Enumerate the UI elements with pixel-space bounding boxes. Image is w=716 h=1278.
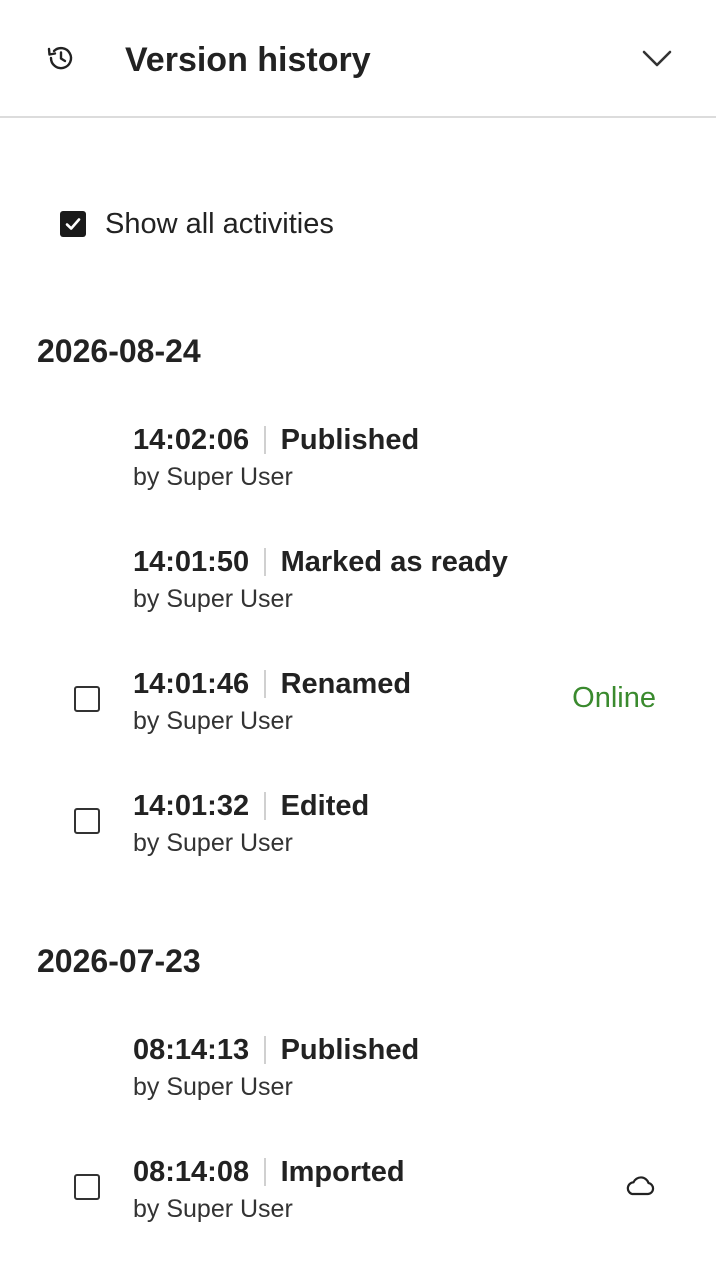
cloud-icon: [626, 1176, 655, 1196]
history-entry[interactable]: 14:02:06 Published by Super User: [0, 422, 716, 512]
version-history-header: Version history: [0, 0, 716, 118]
date-heading: 2026-08-24: [37, 333, 201, 369]
entry-action: Edited: [280, 790, 370, 822]
separator: [264, 792, 266, 820]
entry-author: by Super User: [133, 1073, 293, 1101]
entry-time: 14:01:32: [133, 790, 250, 822]
entry-action: Imported: [280, 1156, 405, 1188]
entry-action: Renamed: [280, 668, 412, 700]
separator: [264, 426, 266, 454]
separator: [264, 670, 266, 698]
entry-time: 14:02:06: [133, 424, 250, 456]
show-all-label: Show all activities: [105, 207, 334, 240]
history-entry[interactable]: 14:01:46 Renamed by Super User Online: [0, 666, 716, 756]
history-icon: [47, 46, 73, 70]
online-status-label: Online: [572, 682, 656, 714]
panel-title: Version history: [125, 41, 371, 79]
history-entry[interactable]: 08:14:13 Published by Super User: [0, 1032, 716, 1122]
entry-author: by Super User: [133, 585, 293, 613]
date-heading: 2026-07-23: [37, 943, 201, 979]
show-all-activities-toggle[interactable]: Show all activities: [60, 204, 334, 244]
entry-author: by Super User: [133, 463, 293, 491]
entry-action: Published: [280, 1034, 420, 1066]
history-entry[interactable]: 14:01:50 Marked as ready by Super User: [0, 544, 716, 634]
separator: [264, 548, 266, 576]
entry-author: by Super User: [133, 707, 293, 735]
entry-time: 08:14:08: [133, 1156, 250, 1188]
show-all-checkbox[interactable]: [60, 211, 86, 237]
version-select-checkbox[interactable]: [74, 686, 100, 712]
version-select-checkbox[interactable]: [74, 1174, 100, 1200]
entry-action: Marked as ready: [280, 546, 508, 578]
entry-time: 14:01:50: [133, 546, 250, 578]
separator: [264, 1036, 266, 1064]
entry-action: Published: [280, 424, 420, 456]
entry-author: by Super User: [133, 829, 293, 857]
chevron-down-icon[interactable]: [640, 44, 674, 72]
separator: [264, 1158, 266, 1186]
checkmark-icon: [65, 218, 81, 230]
entry-author: by Super User: [133, 1195, 293, 1223]
history-entry[interactable]: 08:14:08 Imported by Super User: [0, 1154, 716, 1244]
entry-time: 14:01:46: [133, 668, 250, 700]
history-entry[interactable]: 14:01:32 Edited by Super User: [0, 788, 716, 878]
version-select-checkbox[interactable]: [74, 808, 100, 834]
entry-time: 08:14:13: [133, 1034, 250, 1066]
